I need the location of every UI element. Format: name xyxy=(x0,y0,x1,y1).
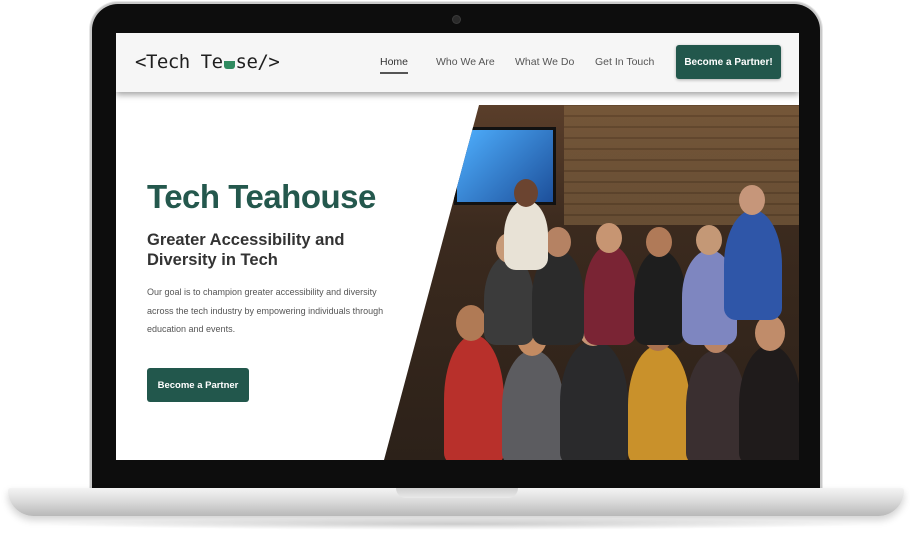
become-partner-hero-button[interactable]: Become a Partner xyxy=(147,368,249,402)
photo-person xyxy=(686,350,746,460)
photo-head xyxy=(646,227,672,257)
logo-text-right: se/> xyxy=(235,51,280,73)
photo-head xyxy=(739,185,765,215)
photo-tv-screen xyxy=(454,127,556,205)
photo-person xyxy=(560,340,628,460)
laptop-opening-notch xyxy=(396,488,518,498)
photo-head xyxy=(696,225,722,255)
laptop-shadow xyxy=(40,518,870,530)
photo-person xyxy=(504,200,548,270)
photo-head xyxy=(514,179,538,207)
site-navbar: <Tech Te se/> Home Who We Are What We Do … xyxy=(116,33,799,92)
photo-person xyxy=(584,245,636,345)
nav-link-get-in-touch[interactable]: Get In Touch xyxy=(595,56,654,68)
photo-person xyxy=(502,350,564,460)
webcam-icon xyxy=(453,16,460,23)
photo-person xyxy=(628,345,690,460)
photo-brick-wall xyxy=(564,105,799,225)
photo-head xyxy=(755,315,785,351)
photo-person xyxy=(444,335,504,460)
become-partner-nav-button[interactable]: Become a Partner! xyxy=(676,45,781,79)
photo-person xyxy=(739,345,799,460)
photo-head xyxy=(545,227,571,257)
nav-link-what-we-do[interactable]: What We Do xyxy=(515,56,574,68)
nav-link-home[interactable]: Home xyxy=(380,56,409,74)
photo-head xyxy=(456,305,486,341)
hero-title: Tech Teahouse xyxy=(147,178,376,215)
hero-subtitle: Greater Accessibility and Diversity in T… xyxy=(147,231,345,269)
hero-group-photo xyxy=(384,105,799,460)
photo-person xyxy=(724,210,782,320)
site-logo[interactable]: <Tech Te se/> xyxy=(135,51,280,73)
website-viewport: <Tech Te se/> Home Who We Are What We Do … xyxy=(116,33,799,460)
photo-head xyxy=(596,223,622,253)
photo-person xyxy=(634,250,686,345)
nav-link-who-we-are[interactable]: Who We Are xyxy=(436,56,495,68)
teacup-icon xyxy=(223,61,235,69)
hero-description: Our goal is to champion greater accessib… xyxy=(147,287,384,334)
logo-text-left: <Tech Te xyxy=(135,51,223,73)
